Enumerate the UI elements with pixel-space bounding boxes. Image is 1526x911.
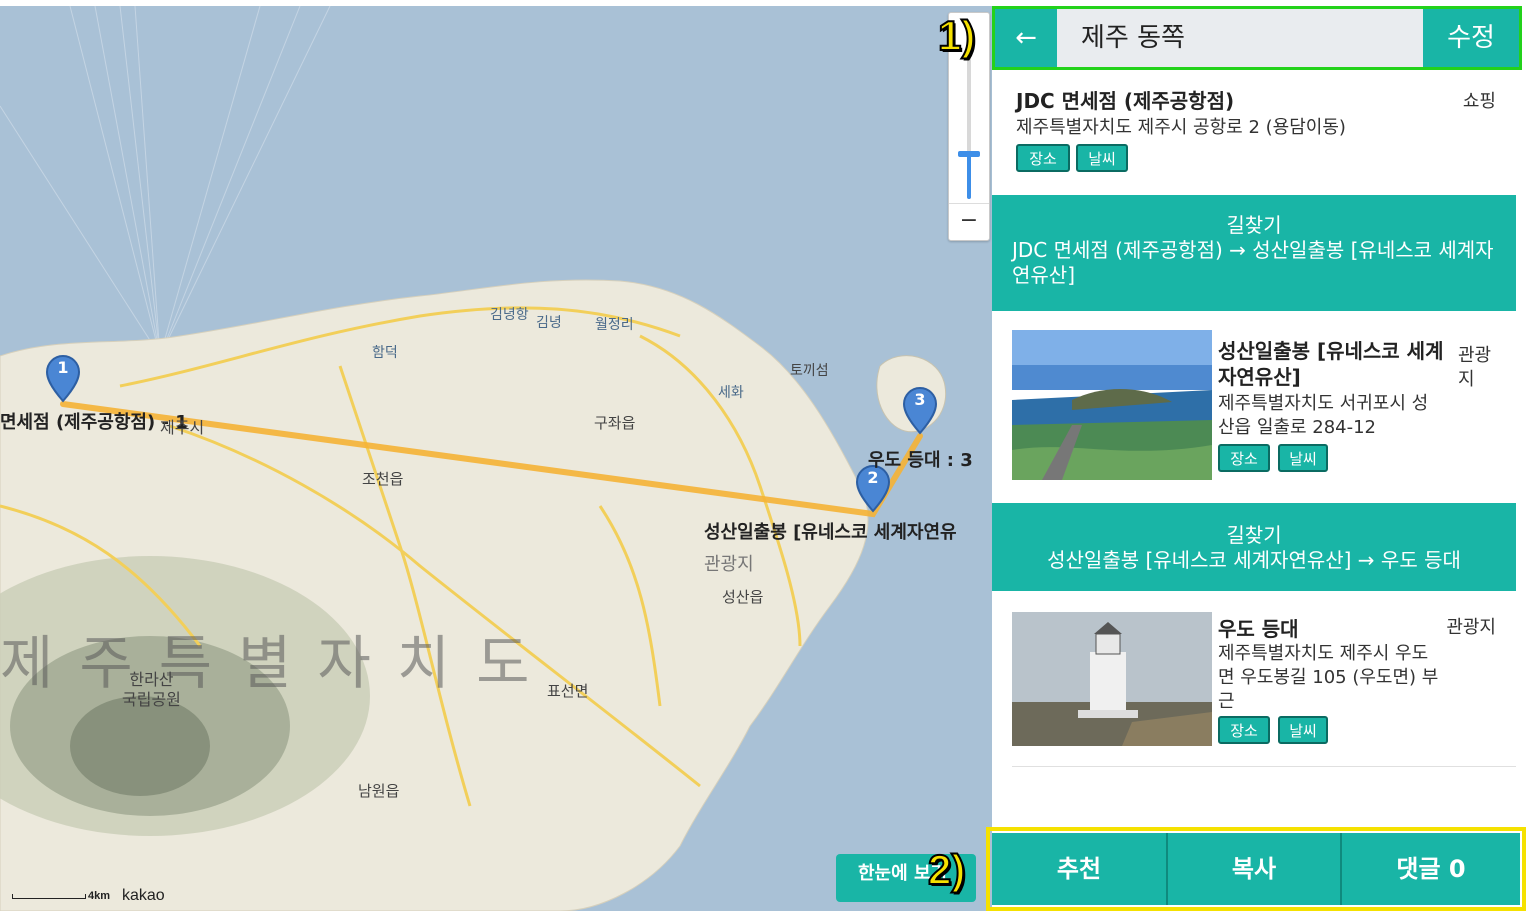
zoom-slider-handle[interactable] [958, 151, 980, 157]
place-address: 제주특별자치도 제주시 공항로 2 (용담이동) [1016, 117, 1346, 138]
place-item[interactable]: JDC 면세점 (제주공항점) 쇼핑 제주특별자치도 제주시 공항로 2 (용담… [992, 86, 1516, 186]
marker-1-number[interactable]: 1 [56, 358, 70, 377]
annotation-2: 2) [927, 845, 966, 894]
divider [1012, 766, 1516, 767]
map-label-seongsan-eup: 성산읍 [722, 588, 764, 606]
edit-button[interactable]: 수정 [1423, 9, 1519, 67]
place-category: 관광지 [1458, 345, 1492, 390]
weather-tag-button[interactable]: 날씨 [1278, 444, 1328, 472]
map-label-hallasan: 한라산 국립공원 [122, 670, 181, 709]
place-name[interactable]: 성산일출봉 [유네스코 세계자연유산] [1218, 338, 1458, 390]
course-title[interactable]: 제주 동쪽 [1057, 9, 1423, 67]
kakao-logo[interactable]: kakao [122, 887, 165, 905]
zoom-level-fill [967, 155, 971, 199]
place-item[interactable]: 우도 등대 관광지 제주특별자치도 제주시 우도면 우도봉길 105 (우도면)… [992, 612, 1516, 764]
place-name[interactable]: 우도 등대 [1218, 616, 1299, 642]
map-label-namwon: 남원읍 [358, 782, 400, 800]
map-label-sehwa: 세화 [718, 385, 744, 401]
map-label-seongsan: 성산일출봉 [유네스코 세계자연유 [704, 522, 957, 543]
map-label-gwangwangji: 관광지 [704, 554, 754, 575]
place-tag-button[interactable]: 장소 [1218, 444, 1270, 472]
weather-tag-button[interactable]: 날씨 [1076, 144, 1128, 172]
comments-button[interactable]: 댓글 0 [1342, 833, 1520, 905]
footer-bar: 추천 복사 댓글 0 [986, 827, 1526, 911]
annotation-1: 1) [937, 11, 976, 60]
place-address: 제주특별자치도 서귀포시 성산읍 일출로 284-12 [1218, 393, 1429, 438]
place-item[interactable]: 성산일출봉 [유네스코 세계자연유산] 관광지 제주특별자치도 서귀포시 성산읍… [992, 330, 1516, 482]
route-title: 길찾기 [1226, 213, 1282, 237]
route-title: 길찾기 [1226, 523, 1282, 547]
place-tag-button[interactable]: 장소 [1016, 144, 1070, 172]
route-text: 성산일출봉 [유네스코 세계자연유산] → 우도 등대 [1047, 548, 1461, 572]
map-label-gimnyeong: 김녕 [536, 315, 562, 331]
map-label-gimnyeong-port: 김녕항 [490, 307, 529, 323]
map-view[interactable]: 1 2 3 면세점 (제주공항점) - 1 제주시 구좌읍 조천읍 성산읍 표선… [0, 6, 992, 911]
map-label-woljeongri: 월정리 [595, 317, 634, 333]
map-label-hamdeok: 함덕 [372, 345, 398, 361]
place-address: 제주특별자치도 제주시 우도면 우도봉길 105 (우도면) 부근 [1218, 643, 1439, 712]
map-label-province: 제주특별자치도 [0, 629, 556, 697]
map-label-jocheon: 조천읍 [362, 470, 404, 488]
back-button[interactable]: ← [995, 9, 1057, 67]
scale-text: 4km [88, 890, 111, 902]
map-label-jeju-si: 제주시 [160, 418, 205, 437]
scale-bar [12, 894, 86, 899]
route-text: JDC 면세점 (제주공항점) → 성산일출봉 [유네스코 세계자연유산] [1012, 238, 1494, 287]
map-canvas [0, 6, 947, 911]
place-photo[interactable] [1012, 612, 1212, 746]
panel-header: ← 제주 동쪽 수정 [992, 6, 1522, 70]
zoom-out-button[interactable]: − [949, 203, 989, 240]
map-label-gujwa: 구좌읍 [594, 414, 636, 432]
side-panel: ← 제주 동쪽 수정 JDC 면세점 (제주공항점) 쇼핑 제주특별자치도 제주… [986, 0, 1526, 911]
place-photo[interactable] [1012, 330, 1212, 480]
marker-3-number[interactable]: 3 [913, 390, 927, 409]
place-category: 쇼핑 [1462, 91, 1496, 112]
map-label-udo: 우도 등대 : 3 [868, 450, 973, 471]
copy-button[interactable]: 복사 [1168, 833, 1342, 905]
route-block[interactable]: 길찾기 JDC 면세점 (제주공항점) → 성산일출봉 [유네스코 세계자연유산… [992, 195, 1516, 311]
weather-tag-button[interactable]: 날씨 [1278, 716, 1328, 744]
place-name[interactable]: JDC 면세점 (제주공항점) [1016, 88, 1234, 114]
recommend-button[interactable]: 추천 [992, 833, 1168, 905]
place-tag-button[interactable]: 장소 [1218, 716, 1270, 744]
place-category: 관광지 [1446, 617, 1496, 638]
route-block[interactable]: 길찾기 성산일출봉 [유네스코 세계자연유산] → 우도 등대 [992, 503, 1516, 591]
map-label-tokkiseom: 토끼섬 [790, 363, 829, 379]
